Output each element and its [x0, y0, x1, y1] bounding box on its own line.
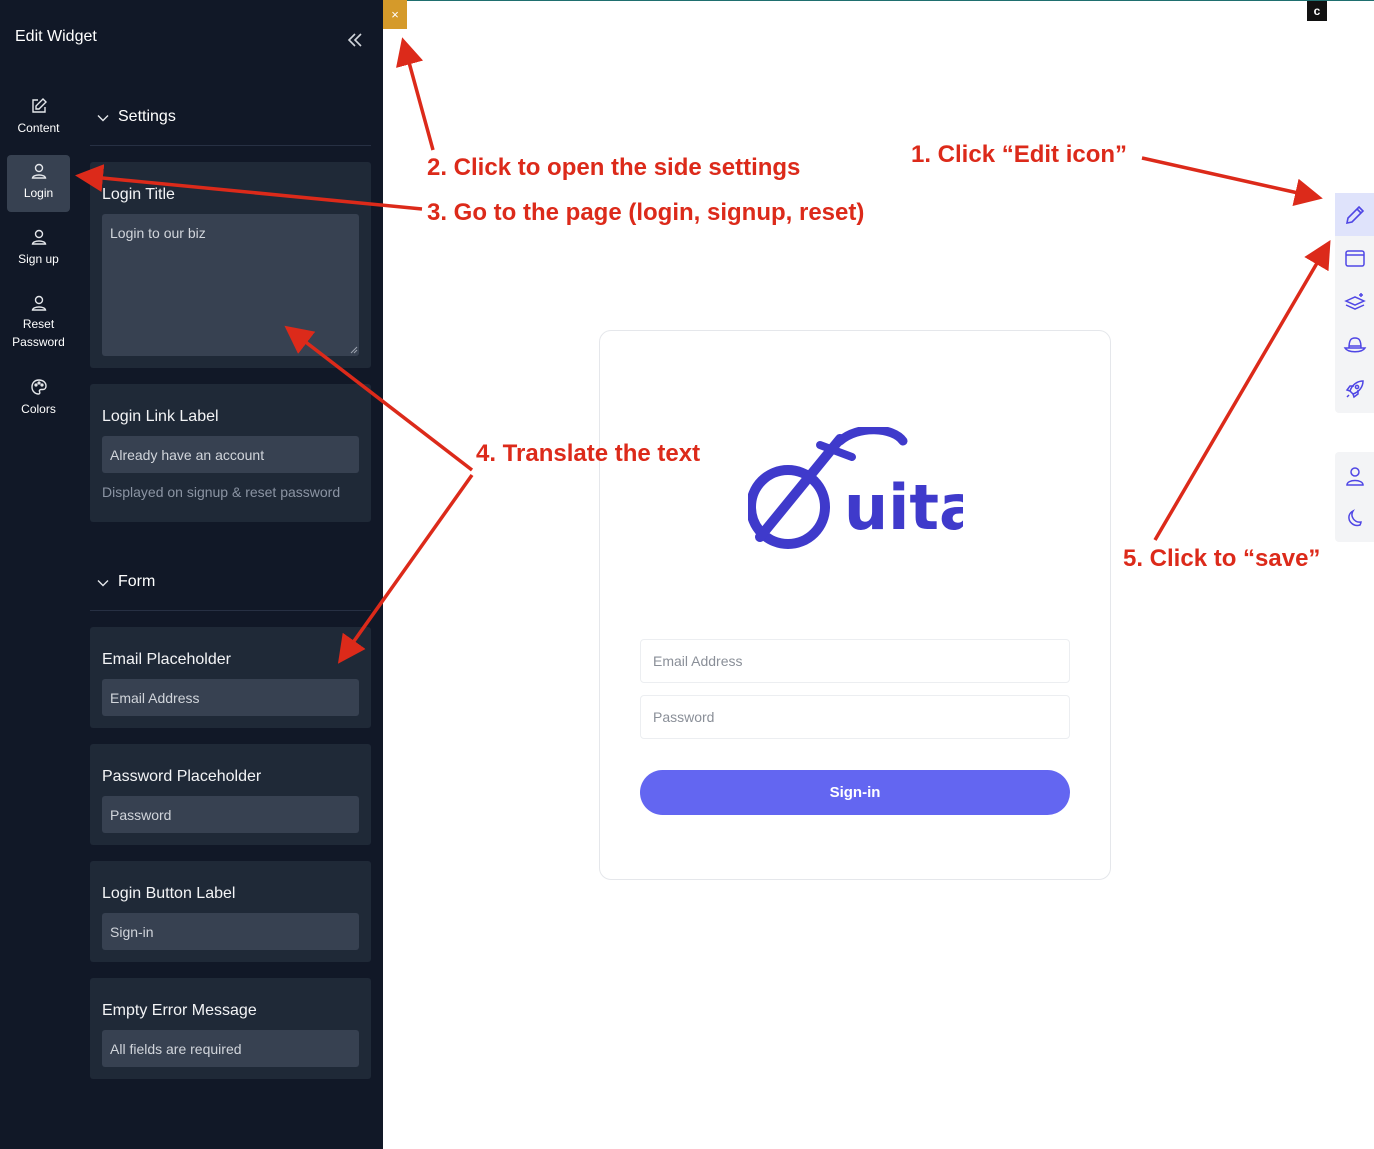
edit-button[interactable]: [1335, 193, 1374, 236]
profile-button[interactable]: [1335, 454, 1374, 497]
palette-icon: [30, 379, 47, 395]
rail-item-signup[interactable]: Sign up: [7, 226, 70, 276]
user-icon: [31, 229, 46, 245]
empty-error-message-card: Empty Error Message All fields are requi…: [90, 978, 371, 1079]
password-placeholder: Password: [653, 709, 715, 725]
rail-item-label: Login: [23, 186, 54, 200]
login-title-textarea[interactable]: Login to our biz: [102, 214, 359, 356]
settings-section-header[interactable]: Settings: [90, 108, 371, 125]
annotation-step-5: 5. Click to “save”: [1123, 545, 1321, 572]
email-placeholder: Email Address: [653, 653, 743, 669]
rail-item-label: Content: [17, 121, 60, 135]
user-icon: [1345, 466, 1364, 486]
form-section-header[interactable]: Form: [90, 573, 371, 590]
rail-item-login[interactable]: Login: [7, 155, 70, 212]
collapse-panel-icon[interactable]: [345, 30, 365, 50]
dark-mode-button[interactable]: [1335, 497, 1374, 540]
resize-handle-icon[interactable]: [350, 346, 358, 354]
arrow-to-edit-icon: [1141, 156, 1323, 207]
password-placeholder-input[interactable]: Password: [102, 796, 359, 833]
login-button-label-input[interactable]: Sign-in: [102, 913, 359, 950]
login-card-preview: uita Email Address Password Sign-in: [599, 330, 1111, 880]
field-label: Empty Error Message: [102, 1002, 257, 1019]
edit-widget-panel: Edit Widget Content Login Sign up Reset …: [0, 0, 383, 1149]
field-label: Login Link Label: [102, 408, 219, 425]
field-label: Login Title: [102, 186, 175, 203]
field-value: All fields are required: [110, 1040, 242, 1057]
field-value: Sign-in: [110, 923, 154, 940]
annotation-step-2: 2. Click to open the side settings: [427, 154, 801, 181]
rail-item-colors[interactable]: Colors: [7, 376, 70, 426]
field-label: Login Button Label: [102, 885, 236, 902]
annotation-step-3: 3. Go to the page (login, signup, reset): [427, 199, 865, 226]
corner-badge: c: [1307, 1, 1327, 21]
annotation-step-4: 4. Translate the text: [476, 440, 701, 467]
section-title: Settings: [118, 108, 176, 125]
layers-icon: [1343, 292, 1366, 310]
login-link-label-input[interactable]: Already have an account: [102, 436, 359, 473]
rocket-button[interactable]: [1335, 367, 1374, 410]
rail-item-content[interactable]: Content: [7, 92, 70, 144]
chevron-down-icon: [97, 580, 109, 587]
field-hint: Displayed on signup & reset password: [102, 484, 341, 500]
field-value: Already have an account: [110, 446, 265, 463]
window-button[interactable]: [1335, 236, 1374, 279]
email-placeholder-card: Email Placeholder Email Address: [90, 627, 371, 728]
email-input[interactable]: Email Address: [640, 639, 1070, 683]
password-placeholder-card: Password Placeholder Password: [90, 744, 371, 845]
field-label: Password Placeholder: [102, 768, 262, 785]
right-toolbar-secondary: [1335, 452, 1374, 542]
chevron-down-icon: [97, 115, 109, 122]
arrow-to-close-button: [396, 37, 435, 151]
email-placeholder-input[interactable]: Email Address: [102, 679, 359, 716]
user-icon: [31, 295, 46, 311]
divider: [90, 610, 371, 611]
layers-button[interactable]: [1335, 280, 1374, 323]
field-value: Email Address: [110, 689, 200, 706]
sign-in-button[interactable]: Sign-in: [640, 770, 1070, 815]
edit-icon: [31, 98, 47, 113]
panel-title: Edit Widget: [15, 28, 97, 45]
top-border: [407, 0, 1374, 1]
rail-item-label: Sign up: [18, 252, 59, 266]
browser-window-icon: [1344, 249, 1365, 267]
field-value: Login to our biz: [110, 225, 206, 241]
logo-text: uita: [844, 471, 963, 544]
login-button-label-card: Login Button Label Sign-in: [90, 861, 371, 962]
arrow-to-save: [1153, 239, 1331, 541]
divider: [90, 145, 371, 146]
rocket-icon: [1345, 379, 1364, 398]
field-label: Email Placeholder: [102, 651, 231, 668]
field-value: Password: [110, 806, 172, 823]
empty-error-message-input[interactable]: All fields are required: [102, 1030, 359, 1067]
login-link-label-card: Login Link Label Already have an account…: [90, 384, 371, 522]
section-title: Form: [118, 573, 156, 590]
pencil-icon: [1345, 205, 1364, 224]
rail-item-label: Colors: [21, 402, 56, 416]
moon-icon: [1347, 508, 1362, 526]
annotation-step-1: 1. Click “Edit icon”: [911, 141, 1128, 168]
password-input[interactable]: Password: [640, 695, 1070, 739]
rail-item-reset-password[interactable]: Reset Password: [7, 292, 70, 356]
user-icon: [31, 163, 46, 179]
quita-logo: uita: [748, 427, 963, 549]
login-title-card: Login Title Login to our biz: [90, 162, 371, 368]
close-settings-button[interactable]: ×: [383, 0, 407, 29]
hat-button[interactable]: [1335, 323, 1374, 366]
rail-item-label: Reset Password: [12, 317, 65, 349]
hat-icon: [1343, 336, 1366, 352]
right-toolbar: [1335, 193, 1374, 413]
